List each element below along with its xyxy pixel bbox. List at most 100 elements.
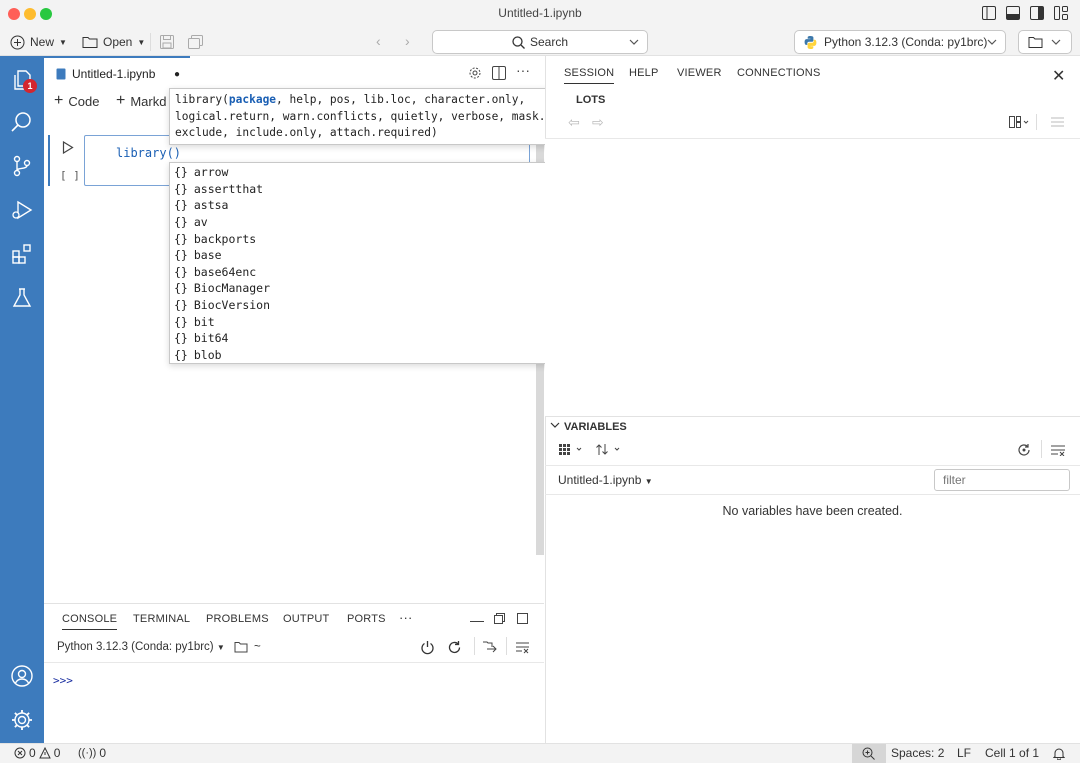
maximize-panel-icon[interactable] xyxy=(517,613,528,624)
grouping-icon[interactable] xyxy=(559,444,583,455)
suggestion-label: bit xyxy=(193,314,215,329)
status-bar: 0 0 ((·)) 0 Spaces: 2 LF Cell 1 of 1 xyxy=(0,743,1080,763)
workspace-folder-selector[interactable] xyxy=(1018,30,1072,54)
suggestion-item[interactable]: {} bit xyxy=(170,313,564,330)
more-actions-icon[interactable]: ··· xyxy=(516,62,530,78)
suggestion-item[interactable]: {} BiocVersion xyxy=(170,297,564,314)
suggestion-item[interactable]: {} backports xyxy=(170,230,564,247)
zoom-icon xyxy=(862,747,875,760)
clear-plots-icon[interactable] xyxy=(1051,117,1064,127)
suggestion-item[interactable]: {} base64enc xyxy=(170,264,564,281)
variables-section-header[interactable]: VARIABLES xyxy=(545,416,1080,436)
explorer-badge: 1 xyxy=(23,79,37,93)
tab-untitled-notebook[interactable]: Untitled-1.ipynb ● xyxy=(44,56,190,90)
suggestion-item[interactable]: {} astsa xyxy=(170,197,564,214)
clear-console-icon[interactable] xyxy=(515,641,530,654)
tab-ports[interactable]: PORTS xyxy=(347,613,386,625)
restart-icon[interactable] xyxy=(447,640,462,655)
source-control-icon[interactable] xyxy=(10,154,34,178)
module-icon: {} xyxy=(174,331,188,346)
suggestion-item[interactable]: {} base xyxy=(170,247,564,264)
search-icon[interactable] xyxy=(10,110,34,134)
interpreter-selector[interactable]: Python 3.12.3 (Conda: py1brc) xyxy=(794,30,1006,54)
variables-session-selector[interactable]: Untitled-1.ipynb ▼ xyxy=(558,473,653,487)
run-debug-icon[interactable] xyxy=(10,198,34,222)
suggestion-item[interactable]: {} arrow xyxy=(170,164,564,181)
more-tabs-icon[interactable]: ··· xyxy=(399,610,413,625)
refresh-icon[interactable] xyxy=(1017,443,1031,457)
back-arrow-icon[interactable]: ‹ xyxy=(376,33,381,49)
suggestion-label: BiocVersion xyxy=(193,298,271,313)
plot-layout-icon[interactable] xyxy=(1009,116,1029,128)
toggle-panel-icon[interactable] xyxy=(1006,6,1020,20)
gear-icon[interactable] xyxy=(468,66,482,80)
restore-panel-icon[interactable] xyxy=(494,613,505,624)
extensions-icon[interactable] xyxy=(10,242,34,266)
toolbar-divider xyxy=(474,637,475,655)
add-code-cell-button[interactable]: + Code xyxy=(54,92,99,110)
tab-problems[interactable]: PROBLEMS xyxy=(206,613,269,625)
suggestion-item[interactable]: {} assertthat xyxy=(170,181,564,198)
console-prompt[interactable]: >>> xyxy=(53,674,73,687)
settings-gear-icon[interactable] xyxy=(10,708,34,732)
suggestion-item[interactable]: {} av xyxy=(170,214,564,231)
customize-layout-icon[interactable] xyxy=(1054,6,1068,20)
clear-variables-icon[interactable] xyxy=(1051,445,1066,456)
suggestion-item[interactable]: {} bit64 xyxy=(170,330,564,347)
cell-position-status[interactable]: Cell 1 of 1 xyxy=(985,746,1039,760)
account-icon[interactable] xyxy=(10,664,34,688)
toggle-secondary-sidebar-icon[interactable] xyxy=(1030,6,1044,20)
minimize-panel-icon[interactable]: — xyxy=(470,612,484,628)
warning-icon xyxy=(38,747,51,759)
console-session-selector[interactable]: Python 3.12.3 (Conda: py1brc) ▼ xyxy=(57,641,225,653)
tab-session[interactable]: SESSION xyxy=(564,67,615,84)
save-all-icon[interactable] xyxy=(188,35,203,49)
testing-flask-icon[interactable] xyxy=(10,286,34,310)
command-search-box[interactable]: Search xyxy=(432,30,648,54)
tab-console[interactable]: CONSOLE xyxy=(62,613,118,630)
tab-help[interactable]: HELP xyxy=(629,67,659,79)
previous-plot-icon[interactable]: ⇦ xyxy=(568,114,580,131)
cell-code[interactable]: library() xyxy=(116,146,181,160)
signature-help-popup: library(package, help, pos, lib.loc, cha… xyxy=(169,88,575,145)
open-button[interactable]: Open ▼ xyxy=(82,32,145,52)
tab-output[interactable]: OUTPUT xyxy=(283,613,329,625)
next-plot-icon[interactable]: ⇨ xyxy=(592,114,604,131)
suggestion-label: base64enc xyxy=(193,264,257,279)
suggestion-list: {} arrow {} assertthat {} astsa {} av {} back… xyxy=(169,162,565,364)
divider xyxy=(545,494,1080,495)
plots-title: LOTS xyxy=(576,94,606,106)
tab-viewer[interactable]: VIEWER xyxy=(677,67,722,79)
suggestion-item[interactable]: {} blob xyxy=(170,347,564,364)
variables-filter-input[interactable] xyxy=(934,469,1070,491)
split-editor-icon[interactable] xyxy=(492,66,506,80)
power-icon[interactable] xyxy=(420,640,435,655)
tab-connections[interactable]: CONNECTIONS xyxy=(737,67,820,79)
suggestion-item[interactable]: {} BiocManager xyxy=(170,280,564,297)
new-button[interactable]: New ▼ xyxy=(10,32,67,52)
toggle-sidebar-icon[interactable] xyxy=(982,6,996,20)
unsaved-dot-icon[interactable]: ● xyxy=(174,69,180,80)
ports-status[interactable]: ((·)) 0 xyxy=(78,746,106,760)
notifications-bell-icon[interactable] xyxy=(1053,747,1065,760)
add-markdown-label: Markd xyxy=(130,93,167,109)
toolbar-divider xyxy=(1041,440,1042,458)
sort-icon[interactable] xyxy=(596,443,622,456)
working-directory[interactable]: ~ xyxy=(234,641,261,653)
forward-arrow-icon[interactable]: › xyxy=(405,33,410,49)
tab-terminal[interactable]: TERMINAL xyxy=(133,613,190,625)
add-code-label: Code xyxy=(68,93,100,109)
add-markdown-cell-button[interactable]: + Markd xyxy=(116,92,166,110)
run-cell-icon[interactable] xyxy=(62,141,74,154)
sync-working-dir-icon[interactable] xyxy=(482,641,497,654)
zoom-status[interactable] xyxy=(852,744,886,763)
save-icon[interactable] xyxy=(160,35,174,49)
eol-status[interactable]: LF xyxy=(957,746,971,760)
suggestion-label: backports xyxy=(193,231,257,246)
working-directory-label: ~ xyxy=(254,641,261,653)
problems-status[interactable]: 0 0 xyxy=(14,746,60,760)
close-icon[interactable]: ✕ xyxy=(1052,66,1065,86)
module-icon: {} xyxy=(174,181,188,196)
indentation-status[interactable]: Spaces: 2 xyxy=(891,746,944,760)
chevron-down-icon xyxy=(987,37,997,47)
